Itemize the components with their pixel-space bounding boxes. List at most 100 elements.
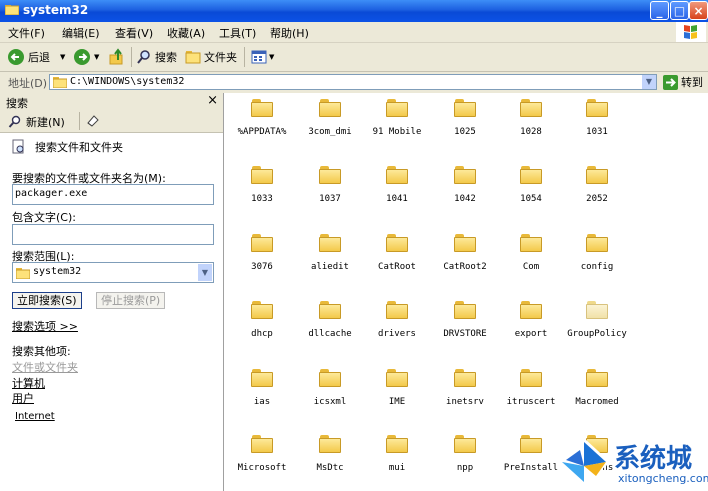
search-icon <box>8 115 21 128</box>
folder-name: 1041 <box>386 194 408 204</box>
folder-item[interactable]: 1042 <box>430 162 500 222</box>
up-folder-icon <box>109 48 123 65</box>
back-button[interactable]: 后退 ▼ <box>8 47 65 67</box>
filename-input[interactable]: packager.exe <box>12 184 214 205</box>
stop-search-button[interactable]: 停止搜索(P) <box>96 292 166 309</box>
folder-item[interactable]: dllcache <box>295 297 365 357</box>
folder-name: DRVSTORE <box>443 329 487 339</box>
folder-icon <box>386 435 408 453</box>
search-now-button[interactable]: 立即搜索(S) <box>12 292 82 309</box>
folder-item[interactable]: 1033 <box>227 162 297 222</box>
forward-button[interactable]: ▼ <box>74 47 99 67</box>
folder-item[interactable]: 1037 <box>295 162 365 222</box>
folder-item[interactable]: 1041 <box>362 162 432 222</box>
minimize-button[interactable]: _ <box>650 1 669 20</box>
scope-select[interactable]: system32 ▼ <box>12 262 214 283</box>
menu-view[interactable]: 查看(V) <box>115 25 153 41</box>
folder-item[interactable]: Com <box>496 230 566 290</box>
maximize-button[interactable]: □ <box>670 1 689 20</box>
files-folders-link[interactable]: 文件或文件夹 <box>12 359 78 375</box>
folder-icon <box>53 77 67 88</box>
folder-icon <box>251 234 273 252</box>
folder-item[interactable]: DRVSTORE <box>430 297 500 357</box>
folder-item[interactable]: mui <box>362 431 432 491</box>
search-options-link[interactable]: 搜索选项 >> <box>12 318 78 334</box>
back-dropdown-icon[interactable]: ▼ <box>60 53 65 61</box>
folder-item[interactable]: MsDtc <box>295 431 365 491</box>
up-folder-button[interactable] <box>108 47 126 67</box>
folder-item[interactable]: 1031 <box>562 95 632 155</box>
eraser-icon[interactable] <box>86 114 100 128</box>
menu-favorites[interactable]: 收藏(A) <box>167 25 205 41</box>
folder-item[interactable]: 1025 <box>430 95 500 155</box>
menu-edit[interactable]: 编辑(E) <box>62 25 100 41</box>
folder-icon <box>520 301 542 319</box>
windows-logo-icon <box>676 22 706 42</box>
address-value: C:\WINDOWS\system32 <box>70 76 185 87</box>
folder-item[interactable]: 3com_dmi <box>295 95 365 155</box>
chevron-down-icon[interactable]: ▼ <box>198 264 212 281</box>
menu-bar: 文件(F) 编辑(E) 查看(V) 收藏(A) 工具(T) 帮助(H) <box>0 22 708 43</box>
folder-icon <box>520 369 542 387</box>
watermark-logo-icon <box>558 438 610 486</box>
folders-label: 文件夹 <box>204 51 237 64</box>
folder-icon <box>251 435 273 453</box>
folder-name: 91 Mobile <box>372 127 422 137</box>
folder-item[interactable]: itruscert <box>496 365 566 425</box>
address-input[interactable]: C:\WINDOWS\system32 ▼ <box>49 74 657 90</box>
folder-name: 1033 <box>251 194 273 204</box>
views-dropdown-icon[interactable]: ▼ <box>269 53 274 61</box>
folder-item[interactable]: 2052 <box>562 162 632 222</box>
close-icon[interactable]: × <box>207 93 218 108</box>
folder-item[interactable]: dhcp <box>227 297 297 357</box>
folder-item[interactable]: IME <box>362 365 432 425</box>
search-pane-toolbar: 新建(N) <box>0 110 223 133</box>
internet-link[interactable]: Internet <box>15 411 55 422</box>
folder-item[interactable]: 3076 <box>227 230 297 290</box>
search-button[interactable]: 搜索 <box>136 47 177 67</box>
folder-item[interactable]: inetsrv <box>430 365 500 425</box>
computers-link[interactable]: 计算机 <box>12 375 45 391</box>
forward-dropdown-icon[interactable]: ▼ <box>94 53 99 61</box>
folder-item[interactable]: 91 Mobile <box>362 95 432 155</box>
folder-icon <box>16 268 30 279</box>
chevron-down-icon[interactable]: ▼ <box>642 75 656 89</box>
folder-name: 3076 <box>251 262 273 272</box>
folder-item[interactable]: %APPDATA% <box>227 95 297 155</box>
folder-icon <box>319 369 341 387</box>
new-search-button[interactable]: 新建(N) <box>8 114 65 130</box>
folder-name: Macromed <box>575 397 619 407</box>
document-search-icon <box>12 139 24 154</box>
menu-tools[interactable]: 工具(T) <box>219 25 256 41</box>
folder-icon <box>386 369 408 387</box>
folder-item[interactable]: CatRoot2 <box>430 230 500 290</box>
people-link[interactable]: 用户 <box>12 390 34 406</box>
folder-item[interactable]: Microsoft <box>227 431 297 491</box>
folder-icon <box>520 435 542 453</box>
folder-icon <box>319 99 341 117</box>
folder-icon <box>586 234 608 252</box>
go-button[interactable]: 转到 <box>663 74 703 90</box>
views-icon <box>251 50 267 64</box>
folder-item[interactable]: GroupPolicy <box>562 297 632 357</box>
menu-help[interactable]: 帮助(H) <box>270 25 309 41</box>
folder-item[interactable]: 1028 <box>496 95 566 155</box>
folder-icon <box>454 99 476 117</box>
folders-button[interactable]: 文件夹 <box>185 47 237 67</box>
folder-item[interactable]: icsxml <box>295 365 365 425</box>
folder-item[interactable]: aliedit <box>295 230 365 290</box>
folder-item[interactable]: 1054 <box>496 162 566 222</box>
menu-file[interactable]: 文件(F) <box>8 25 45 41</box>
folder-name: dhcp <box>251 329 273 339</box>
folder-name: dllcache <box>308 329 352 339</box>
folder-item[interactable]: Macromed <box>562 365 632 425</box>
folder-item[interactable]: CatRoot <box>362 230 432 290</box>
folder-item[interactable]: ias <box>227 365 297 425</box>
close-button[interactable]: × <box>689 1 708 20</box>
folder-item[interactable]: drivers <box>362 297 432 357</box>
containing-text-input[interactable] <box>12 224 214 245</box>
folder-item[interactable]: export <box>496 297 566 357</box>
folder-item[interactable]: config <box>562 230 632 290</box>
views-button[interactable]: ▼ <box>251 47 274 67</box>
folder-item[interactable]: npp <box>430 431 500 491</box>
